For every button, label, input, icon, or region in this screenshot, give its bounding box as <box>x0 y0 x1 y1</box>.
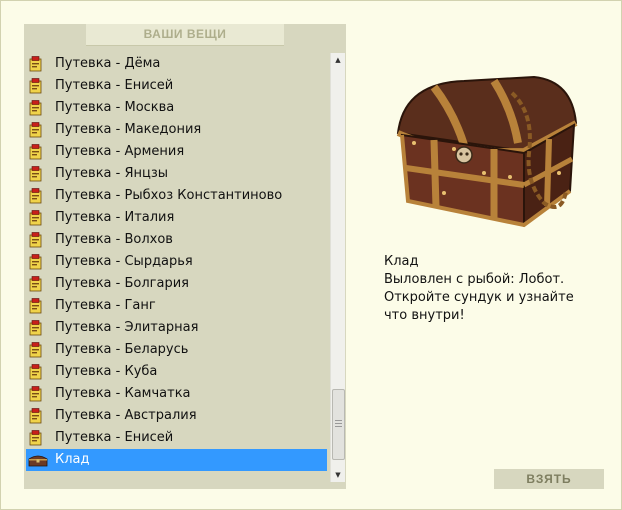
list-item-label: Клад <box>55 452 90 467</box>
list-item[interactable]: Путевка - Беларусь <box>26 339 327 361</box>
list-item-label: Путевка - Беларусь <box>55 342 189 357</box>
treasure-chest-image <box>384 73 584 233</box>
ticket-icon <box>29 430 43 446</box>
list-item-label: Путевка - Енисей <box>55 78 174 93</box>
ticket-icon <box>29 342 43 358</box>
list-item-label: Путевка - Дёма <box>55 56 161 71</box>
list-item[interactable]: Путевка - Волхов <box>26 229 327 251</box>
list-item-label: Путевка - Камчатка <box>55 386 191 401</box>
ticket-icon <box>29 210 43 226</box>
ticket-icon <box>29 122 43 138</box>
ticket-icon <box>29 56 43 72</box>
list-item[interactable]: Путевка - Армения <box>26 141 327 163</box>
ticket-icon <box>29 166 43 182</box>
list-item[interactable]: Путевка - Болгария <box>26 273 327 295</box>
scrollbar[interactable]: ▲ ▼ <box>330 53 345 482</box>
list-item[interactable]: Путевка - Енисей <box>26 75 327 97</box>
list-item[interactable]: Путевка - Македония <box>26 119 327 141</box>
scroll-up-icon[interactable]: ▲ <box>331 53 345 67</box>
list-item-label: Путевка - Москва <box>55 100 175 115</box>
ticket-icon <box>29 364 43 380</box>
treasure-chest-icon <box>28 453 48 467</box>
ticket-icon <box>29 386 43 402</box>
list-item[interactable]: Путевка - Италия <box>26 207 327 229</box>
item-list: Путевка - Дёма Путевка - Енисей Путевка - … <box>26 53 327 471</box>
list-item[interactable]: Клад <box>26 449 327 471</box>
item-description: Клад Выловлен с рыбой: Лобот. Откройте с… <box>384 253 604 325</box>
item-hint-cont: что внутри! <box>384 308 465 323</box>
list-item-label: Путевка - Волхов <box>55 232 173 247</box>
list-item[interactable]: Путевка - Дёма <box>26 53 327 75</box>
list-item-label: Путевка - Армения <box>55 144 185 159</box>
list-item-label: Путевка - Болгария <box>55 276 189 291</box>
list-item[interactable]: Путевка - Куба <box>26 361 327 383</box>
panel-title: ВАШИ ВЕЩИ <box>86 24 284 46</box>
list-item[interactable]: Путевка - Янцзы <box>26 163 327 185</box>
list-item-label: Путевка - Ганг <box>55 298 156 313</box>
list-item-label: Путевка - Рыбхоз Константиново <box>55 188 283 203</box>
list-item[interactable]: Путевка - Москва <box>26 97 327 119</box>
grip-line <box>335 423 342 424</box>
ticket-icon <box>29 320 43 336</box>
ticket-icon <box>29 408 43 424</box>
list-item[interactable]: Путевка - Сырдарья <box>26 251 327 273</box>
item-caught-with: Выловлен с рыбой: Лобот. <box>384 272 565 287</box>
list-item-label: Путевка - Куба <box>55 364 158 379</box>
list-item[interactable]: Путевка - Енисей <box>26 427 327 449</box>
ticket-icon <box>29 144 43 160</box>
list-item[interactable]: Путевка - Ганг <box>26 295 327 317</box>
ticket-icon <box>29 254 43 270</box>
grip-line <box>335 426 342 427</box>
scroll-thumb[interactable] <box>332 389 345 460</box>
list-item-label: Путевка - Македония <box>55 122 202 137</box>
list-item-label: Путевка - Австралия <box>55 408 197 423</box>
take-button[interactable]: ВЗЯТЬ <box>494 469 604 489</box>
list-item-label: Путевка - Енисей <box>55 430 174 445</box>
list-item-label: Путевка - Элитарная <box>55 320 199 335</box>
list-item[interactable]: Путевка - Австралия <box>26 405 327 427</box>
scroll-down-icon[interactable]: ▼ <box>331 468 345 482</box>
grip-line <box>335 420 342 421</box>
list-item-label: Путевка - Сырдарья <box>55 254 193 269</box>
list-item[interactable]: Путевка - Элитарная <box>26 317 327 339</box>
list-item[interactable]: Путевка - Камчатка <box>26 383 327 405</box>
list-item-label: Путевка - Италия <box>55 210 175 225</box>
ticket-icon <box>29 276 43 292</box>
ticket-icon <box>29 188 43 204</box>
ticket-icon <box>29 78 43 94</box>
item-hint: Откройте сундук и узнайте <box>384 290 574 305</box>
item-name: Клад <box>384 254 419 269</box>
inventory-list: Путевка - Дёма Путевка - Енисей Путевка - … <box>26 53 345 482</box>
list-item-label: Путевка - Янцзы <box>55 166 169 181</box>
ticket-icon <box>29 232 43 248</box>
ticket-icon <box>29 100 43 116</box>
game-window: ВАШИ ВЕЩИ Путевка - Дёма Путевка - Енисей… <box>0 0 622 510</box>
list-item[interactable]: Путевка - Рыбхоз Константиново <box>26 185 327 207</box>
ticket-icon <box>29 298 43 314</box>
